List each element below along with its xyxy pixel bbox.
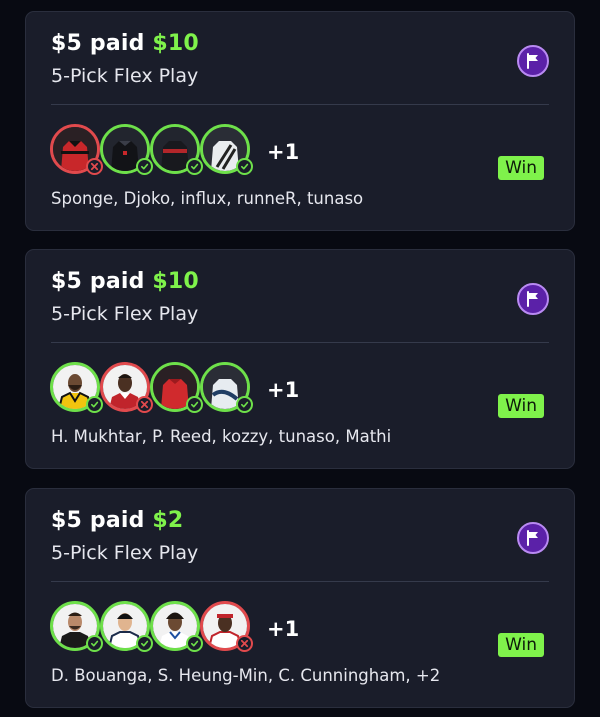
entry-title: $5 paid $10	[51, 31, 199, 56]
payout-amount: $10	[152, 31, 199, 56]
win-status-icon	[186, 396, 203, 413]
flag-icon	[527, 53, 538, 69]
pick-names: H. Mukhtar, P. Reed, kozzy, tunaso, Math…	[51, 427, 392, 446]
paid-amount: $5 paid	[51, 269, 145, 294]
play-type: 5-Pick Flex Play	[51, 542, 199, 564]
pick-avatars[interactable]	[50, 124, 270, 184]
entry-title: $5 paid $10	[51, 269, 199, 294]
entry-card[interactable]: $5 paid $10 5-Pick Flex Play +1 H. Mukht…	[25, 249, 575, 469]
loss-status-icon	[136, 396, 153, 413]
extra-picks-count: +1	[267, 617, 300, 641]
divider	[51, 104, 549, 105]
play-type: 5-Pick Flex Play	[51, 303, 199, 325]
payout-amount: $10	[152, 269, 199, 294]
divider	[51, 581, 549, 582]
flag-button[interactable]	[517, 45, 549, 77]
flag-icon	[527, 530, 538, 546]
win-status-icon	[136, 158, 153, 175]
win-badge: Win	[498, 156, 544, 180]
win-status-icon	[186, 635, 203, 652]
win-badge: Win	[498, 394, 544, 418]
win-status-icon	[86, 635, 103, 652]
pick-names: Sponge, Djoko, influx, runneR, tunaso	[51, 189, 364, 208]
entry-card[interactable]: $5 paid $2 5-Pick Flex Play +1 D. Bouang…	[25, 488, 575, 708]
entry-title: $5 paid $2	[51, 508, 183, 533]
paid-amount: $5 paid	[51, 508, 145, 533]
pick-avatars[interactable]	[50, 601, 270, 661]
divider	[51, 342, 549, 343]
entry-card[interactable]: $5 paid $10 5-Pick Flex Play +1 Sponge, …	[25, 11, 575, 231]
payout-amount: $2	[152, 508, 184, 533]
paid-amount: $5 paid	[51, 31, 145, 56]
pick-avatars[interactable]	[50, 362, 270, 422]
loss-status-icon	[236, 635, 253, 652]
play-type: 5-Pick Flex Play	[51, 65, 199, 87]
win-status-icon	[236, 158, 253, 175]
flag-button[interactable]	[517, 283, 549, 315]
win-status-icon	[136, 635, 153, 652]
flag-icon	[527, 291, 538, 307]
win-badge: Win	[498, 633, 544, 657]
win-status-icon	[186, 158, 203, 175]
win-status-icon	[236, 396, 253, 413]
pick-names: D. Bouanga, S. Heung-Min, C. Cunningham,…	[51, 666, 441, 685]
extra-picks-count: +1	[267, 378, 300, 402]
win-status-icon	[86, 396, 103, 413]
flag-button[interactable]	[517, 522, 549, 554]
extra-picks-count: +1	[267, 140, 300, 164]
loss-status-icon	[86, 158, 103, 175]
